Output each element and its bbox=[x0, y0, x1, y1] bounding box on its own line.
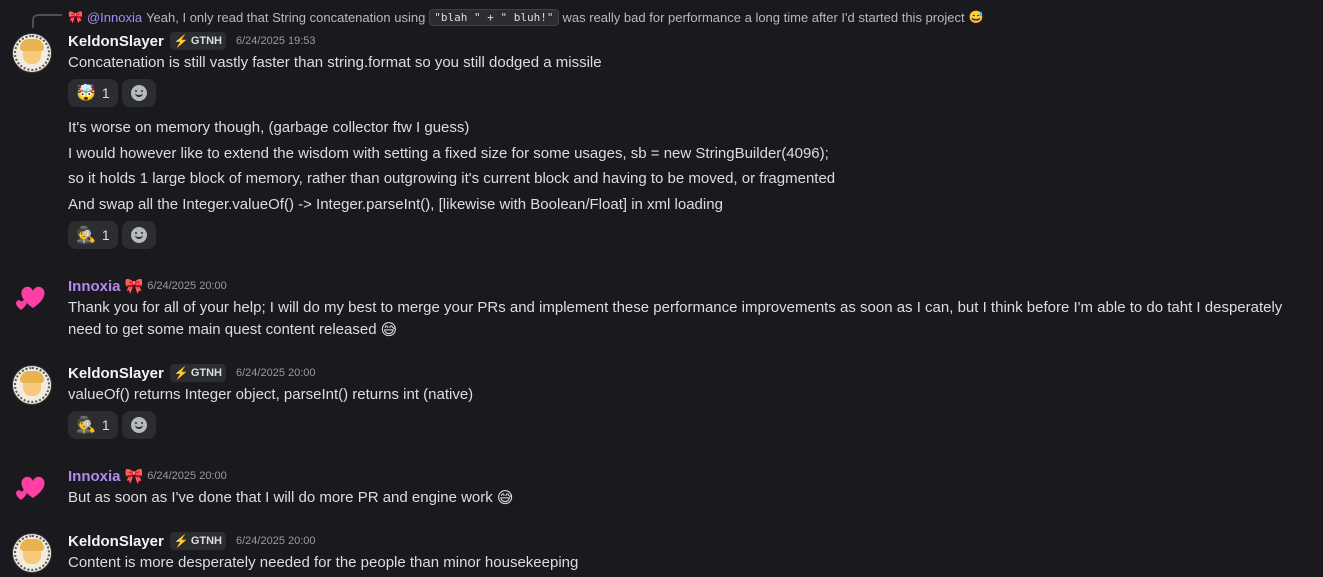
reaction-bar: 🕵 1 bbox=[68, 221, 156, 249]
sweat-smile-icon: 😅 bbox=[380, 319, 398, 339]
pink-hearts-avatar-icon bbox=[16, 286, 45, 310]
avatar[interactable] bbox=[12, 533, 52, 573]
avatar[interactable] bbox=[12, 277, 52, 317]
message-header: KeldonSlayer ⚡ GTNH 6/24/2025 20:00 bbox=[68, 364, 316, 382]
timestamp[interactable]: 6/24/2025 19:53 bbox=[236, 35, 316, 47]
avatar[interactable] bbox=[12, 33, 52, 73]
reply-text-before: Yeah, I only read that String concatenat… bbox=[146, 9, 426, 25]
message-text: Thank you for all of your help; I will d… bbox=[68, 299, 1283, 316]
message-text: so it holds 1 large block of memory, rat… bbox=[68, 170, 836, 187]
smiley-icon bbox=[130, 85, 147, 101]
message-text: Content is more desperately needed for t… bbox=[68, 554, 579, 571]
message-line: need to get some main quest content rele… bbox=[68, 321, 397, 338]
username[interactable]: KeldonSlayer bbox=[68, 365, 164, 382]
lightning-icon: ⚡ bbox=[173, 34, 189, 48]
lightning-icon: ⚡ bbox=[173, 534, 189, 548]
detective-icon: 🕵 bbox=[76, 415, 96, 434]
reaction-bar: 🕵 1 bbox=[68, 411, 156, 439]
message-header: KeldonSlayer ⚡ GTNH 6/24/2025 19:53 bbox=[68, 32, 316, 50]
reply-code: "blah " + " bluh!" bbox=[429, 8, 559, 26]
reply-text-after: was really bad for performance a long ti… bbox=[562, 9, 965, 25]
add-reaction-button[interactable] bbox=[121, 221, 156, 249]
ribbon-icon: 🎀 bbox=[68, 10, 83, 24]
smiley-icon bbox=[130, 417, 147, 433]
avatar[interactable] bbox=[12, 365, 52, 405]
reply-mention[interactable]: @Innoxia bbox=[87, 10, 142, 25]
sweat-smile-icon: 😅 bbox=[968, 10, 984, 24]
message-text: Concatenation is still vastly faster tha… bbox=[68, 54, 602, 71]
timestamp[interactable]: 6/24/2025 20:00 bbox=[147, 470, 227, 482]
timestamp[interactable]: 6/24/2025 20:00 bbox=[236, 367, 316, 379]
ribbon-icon: 🎀 bbox=[124, 278, 144, 295]
message-text: I would however like to extend the wisdo… bbox=[68, 145, 829, 162]
anime-coffee-avatar-icon bbox=[20, 539, 44, 564]
anime-coffee-avatar-icon bbox=[20, 39, 44, 64]
message-header: Innoxia 🎀 6/24/2025 20:00 bbox=[68, 277, 227, 296]
reaction-detective[interactable]: 🕵 1 bbox=[68, 411, 118, 439]
mind-blown-icon: 🤯 bbox=[76, 83, 96, 102]
pink-hearts-avatar-icon bbox=[16, 476, 45, 500]
timestamp[interactable]: 6/24/2025 20:00 bbox=[147, 280, 227, 292]
message-text: And swap all the Integer.valueOf() -> In… bbox=[68, 196, 723, 213]
message-text: But as soon as I've done that I will do … bbox=[68, 489, 493, 506]
detective-icon: 🕵 bbox=[76, 225, 96, 244]
message-line: But as soon as I've done that I will do … bbox=[68, 489, 513, 506]
username[interactable]: KeldonSlayer bbox=[68, 33, 164, 50]
ribbon-icon: 🎀 bbox=[124, 468, 144, 485]
anime-coffee-avatar-icon bbox=[20, 371, 44, 396]
reply-preview[interactable]: 🎀 @Innoxia Yeah, I only read that String… bbox=[68, 7, 984, 27]
message-text: valueOf() returns Integer object, parseI… bbox=[68, 386, 474, 403]
message-header: KeldonSlayer ⚡ GTNH 6/24/2025 20:00 bbox=[68, 532, 316, 550]
username[interactable]: Innoxia bbox=[68, 468, 121, 485]
smiley-icon bbox=[130, 227, 147, 243]
add-reaction-button[interactable] bbox=[121, 411, 156, 439]
reaction-detective[interactable]: 🕵 1 bbox=[68, 221, 118, 249]
username[interactable]: Innoxia bbox=[68, 278, 121, 295]
guild-tag[interactable]: ⚡ GTNH bbox=[169, 532, 226, 550]
reply-connector bbox=[32, 14, 62, 28]
timestamp[interactable]: 6/24/2025 20:00 bbox=[236, 535, 316, 547]
message-header: Innoxia 🎀 6/24/2025 20:00 bbox=[68, 467, 227, 486]
reaction-mind-blown[interactable]: 🤯 1 bbox=[68, 79, 118, 107]
username[interactable]: KeldonSlayer bbox=[68, 533, 164, 550]
message-text: It's worse on memory though, (garbage co… bbox=[68, 119, 470, 136]
guild-tag[interactable]: ⚡ GTNH bbox=[169, 364, 226, 382]
add-reaction-button[interactable] bbox=[121, 79, 156, 107]
guild-tag[interactable]: ⚡ GTNH bbox=[169, 32, 226, 50]
lightning-icon: ⚡ bbox=[173, 366, 189, 380]
sweat-smile-icon: 😅 bbox=[496, 487, 514, 507]
avatar[interactable] bbox=[12, 467, 52, 507]
message-text: need to get some main quest content rele… bbox=[68, 321, 377, 338]
reaction-bar: 🤯 1 bbox=[68, 79, 156, 107]
